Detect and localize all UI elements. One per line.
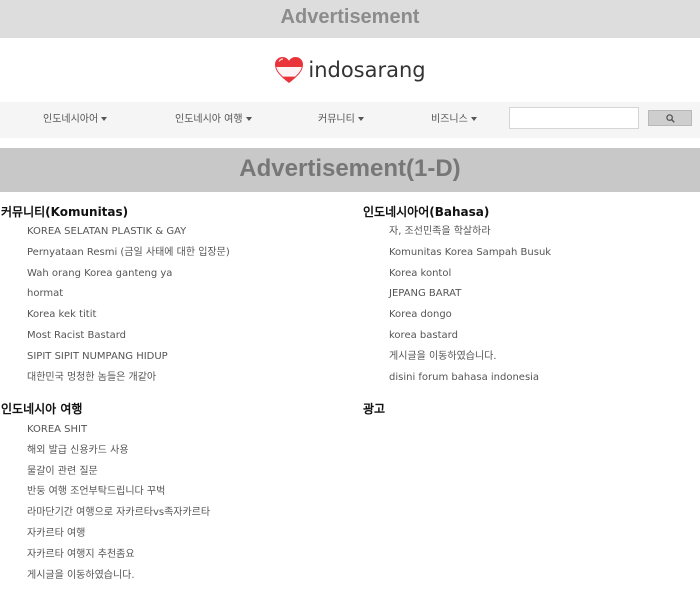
- caret-down-icon: [245, 117, 252, 121]
- search-icon: [665, 113, 675, 123]
- list-item[interactable]: Korea kek titit: [27, 305, 230, 326]
- list-item[interactable]: hormat: [27, 284, 230, 305]
- list-item[interactable]: korea bastard: [389, 326, 551, 347]
- advertisement-banner-1d[interactable]: Advertisement(1-D): [0, 148, 700, 192]
- list-item[interactable]: 자, 조선민족을 학살하라: [389, 222, 551, 243]
- list-item[interactable]: Pernyataan Resmi (금일 사태에 대한 입장문): [27, 243, 230, 264]
- caret-down-icon: [101, 117, 108, 121]
- list-item[interactable]: disini forum bahasa indonesia: [389, 368, 551, 389]
- section-title-ad: 광고: [363, 402, 386, 416]
- list-item[interactable]: 대한민국 멍청한 놈들은 개같아: [27, 368, 230, 389]
- list-item[interactable]: Most Racist Bastard: [27, 326, 230, 347]
- nav-item-label: 인도네시아 여행: [175, 114, 243, 125]
- list-item[interactable]: 자카르타 여행지 추천좀요: [27, 545, 210, 566]
- site-logo[interactable]: indosarang: [0, 38, 700, 102]
- list-item[interactable]: Korea kontol: [389, 264, 551, 285]
- list-travel: KOREA SHIT 해외 발급 신용카드 사용 물갈이 관련 질문 반둥 여행…: [27, 420, 210, 586]
- list-item[interactable]: KOREA SHIT: [27, 420, 210, 441]
- nav-item-business[interactable]: 비즈니스: [431, 102, 477, 138]
- caret-down-icon: [470, 117, 477, 121]
- list-item[interactable]: 라마단기간 여행으로 자카르타vs족자카르타: [27, 503, 210, 524]
- list-item[interactable]: SIPIT SIPIT NUMPANG HIDUP: [27, 347, 230, 368]
- nav-item-label: 비즈니스: [431, 114, 468, 125]
- list-bahasa: 자, 조선민족을 학살하라 Komunitas Korea Sampah Bus…: [389, 222, 551, 388]
- search-button[interactable]: [648, 110, 692, 126]
- list-item[interactable]: Komunitas Korea Sampah Busuk: [389, 243, 551, 264]
- list-item[interactable]: KOREA SELATAN PLASTIK & GAY: [27, 222, 230, 243]
- caret-down-icon: [357, 117, 364, 121]
- list-item[interactable]: 게시글을 이동하였습니다.: [27, 566, 210, 587]
- list-item[interactable]: Korea dongo: [389, 305, 551, 326]
- nav-item-indonesian[interactable]: 인도네시아어: [43, 102, 108, 138]
- heart-logo-icon: [275, 57, 304, 83]
- section-title-travel: 인도네시아 여행: [1, 402, 83, 416]
- search-input[interactable]: [509, 107, 639, 129]
- list-item[interactable]: 해외 발급 신용카드 사용: [27, 441, 210, 462]
- list-komunitas: KOREA SELATAN PLASTIK & GAY Pernyataan R…: [27, 222, 230, 388]
- nav-item-label: 인도네시아어: [43, 114, 99, 125]
- brand-name: indosarang: [308, 58, 426, 82]
- nav-item-label: 커뮤니티: [318, 114, 355, 125]
- list-item[interactable]: 자카르타 여행: [27, 524, 210, 545]
- list-item[interactable]: Wah orang Korea ganteng ya: [27, 264, 230, 285]
- list-item[interactable]: 반둥 여행 조언부탁드립니다 꾸벅: [27, 482, 210, 503]
- list-item[interactable]: 물갈이 관련 질문: [27, 462, 210, 483]
- section-title-komunitas: 커뮤니티(Komunitas): [1, 205, 129, 219]
- section-title-bahasa: 인도네시아어(Bahasa): [363, 205, 490, 219]
- list-item[interactable]: 게시글을 이동하였습니다.: [389, 347, 551, 368]
- list-item[interactable]: JEPANG BARAT: [389, 284, 551, 305]
- nav-item-travel[interactable]: 인도네시아 여행: [175, 102, 252, 138]
- advertisement-banner-top[interactable]: Advertisement: [0, 0, 700, 38]
- nav-item-community[interactable]: 커뮤니티: [318, 102, 364, 138]
